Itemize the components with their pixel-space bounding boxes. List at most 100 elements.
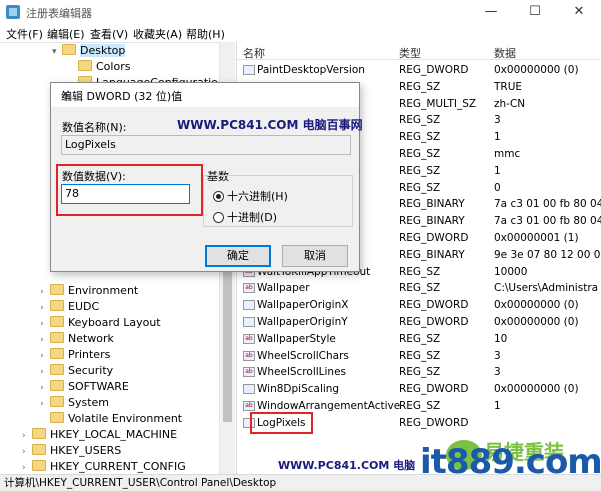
value-data: 0 — [494, 181, 501, 194]
binary-value-icon — [243, 300, 255, 311]
value-data: 0x00000001 (1) — [494, 232, 579, 244]
chevron-right-icon[interactable]: › — [40, 300, 50, 316]
folder-icon — [50, 396, 64, 407]
string-value-icon: ab — [243, 333, 255, 344]
table-row[interactable]: ab Wallpaper REG_SZ C:\Users\Administra — [237, 280, 601, 297]
table-row[interactable]: WallpaperOriginX REG_DWORD 0x00000000 (0) — [237, 297, 601, 314]
tree-item-security[interactable]: › Security — [40, 363, 113, 379]
value-name: Wallpaper — [257, 282, 310, 295]
chevron-right-icon[interactable]: › — [40, 396, 50, 412]
maximize-button[interactable]: ☐ — [513, 0, 557, 24]
radio-unselected-icon[interactable] — [213, 212, 224, 223]
value-data: 1 — [494, 400, 501, 412]
value-type: REG_SZ — [399, 80, 441, 93]
value-type: REG_SZ — [399, 282, 441, 295]
chevron-right-icon[interactable]: › — [22, 460, 32, 474]
table-row[interactable]: ab WallpaperStyle REG_SZ 10 — [237, 331, 601, 348]
value-name: WheelScrollLines — [257, 366, 347, 379]
dialog-close-icon[interactable]: ✕ — [61, 88, 351, 101]
menu-file[interactable]: 文件(F) — [6, 26, 43, 42]
folder-icon — [50, 348, 64, 359]
value-data: 7a c3 01 00 fb 80 04 — [494, 215, 601, 228]
value-type: REG_SZ — [399, 265, 441, 278]
folder-icon — [32, 460, 46, 471]
value-type: REG_DWORD — [399, 299, 469, 312]
chevron-right-icon[interactable]: › — [22, 428, 32, 444]
tree-item-hkey-users[interactable]: › HKEY_USERS — [22, 443, 121, 459]
value-data: 3 — [494, 349, 501, 362]
chevron-right-icon[interactable]: › — [40, 316, 50, 332]
tree-item-hkey-local-machine[interactable]: › HKEY_LOCAL_MACHINE — [22, 427, 177, 443]
folder-icon — [50, 316, 64, 327]
minimize-button[interactable]: — — [469, 0, 513, 24]
table-row[interactable]: LogPixels REG_DWORD — [237, 411, 601, 434]
tree-item-environment[interactable]: › Environment — [40, 283, 138, 299]
chevron-right-icon[interactable]: › — [22, 444, 32, 460]
watermark: WWW.PC841.COM 电脑百事网 — [177, 118, 363, 132]
edit-dword-dialog: 编辑 DWORD (32 位)值 ✕ WWW.PC841.COM 电脑百事网 数… — [50, 82, 363, 272]
value-name: Win8DpiScaling — [257, 383, 340, 396]
chevron-right-icon[interactable]: › — [40, 364, 50, 380]
value-data: TRUE — [494, 80, 523, 93]
menu-view[interactable]: 查看(V) — [90, 26, 128, 42]
column-name-header[interactable]: 名称 — [243, 45, 265, 61]
value-name: PaintDesktopVersion — [257, 64, 365, 76]
tree-item-keyboard-layout[interactable]: › Keyboard Layout — [40, 315, 161, 331]
values-header: 名称 类型 数据 — [237, 42, 601, 60]
tree-item-printers[interactable]: › Printers — [40, 347, 110, 363]
menu-favorites[interactable]: 收藏夹(A) — [133, 26, 182, 42]
decimal-radio[interactable]: 十进制(D) — [213, 209, 277, 225]
binary-value-icon — [243, 384, 255, 395]
chevron-right-icon[interactable]: › — [40, 332, 50, 348]
cancel-button[interactable]: 取消 — [282, 245, 348, 267]
value-name-label: 数值名称(N): — [62, 121, 127, 134]
tree-item-colors[interactable]: Colors — [68, 59, 130, 75]
folder-icon — [50, 284, 64, 295]
table-row[interactable]: Win8DpiScaling REG_DWORD 0x00000000 (0) — [237, 381, 601, 398]
close-button[interactable]: ✕ — [557, 0, 601, 24]
table-row[interactable]: PaintDesktopVersion REG_DWORD 0x00000000 (… — [237, 62, 601, 79]
chevron-right-icon[interactable]: › — [40, 284, 50, 300]
column-type-header[interactable]: 类型 — [399, 45, 421, 61]
chevron-right-icon[interactable]: › — [40, 348, 50, 364]
tree-item-software[interactable]: › SOFTWARE — [40, 379, 129, 395]
menu-edit[interactable]: 编辑(E) — [47, 26, 85, 42]
chevron-right-icon[interactable]: › — [40, 380, 50, 396]
folder-icon — [50, 380, 64, 391]
tree-item-desktop[interactable]: ▾ Desktop — [52, 43, 126, 60]
table-row[interactable]: ab WheelScrollLines REG_SZ 3 — [237, 364, 601, 381]
value-data: 0x00000000 (0) — [494, 316, 579, 328]
value-type: REG_DWORD — [399, 416, 469, 429]
value-type: REG_SZ — [399, 148, 441, 160]
tree-item-hkey-current-config[interactable]: › HKEY_CURRENT_CONFIG — [22, 459, 186, 474]
tree-item-volatile-environment[interactable]: Volatile Environment — [40, 411, 182, 427]
string-value-icon: ab — [243, 367, 255, 378]
value-type: REG_DWORD — [399, 383, 469, 396]
tree-item-system[interactable]: › System — [40, 395, 109, 411]
table-row[interactable]: WallpaperOriginY REG_DWORD 0x00000000 (0) — [237, 314, 601, 331]
tree-item-network[interactable]: › Network — [40, 331, 114, 347]
string-value-icon: ab — [243, 350, 255, 361]
table-row[interactable]: ab WindowArrangementActive REG_SZ 1 — [237, 398, 601, 415]
table-row[interactable]: ab WheelScrollChars REG_SZ 3 — [237, 348, 601, 365]
folder-icon — [32, 428, 46, 439]
value-type: REG_SZ — [399, 164, 441, 177]
chevron-down-icon[interactable]: ▾ — [52, 44, 62, 60]
column-data-header[interactable]: 数据 — [494, 45, 516, 61]
value-data: 9e 3e 07 80 12 00 0 — [494, 248, 601, 261]
radio-selected-icon[interactable] — [213, 191, 224, 202]
value-data: 1 — [494, 164, 501, 177]
hex-radio[interactable]: 十六进制(H) — [213, 188, 288, 204]
menu-help[interactable]: 帮助(H) — [186, 26, 225, 42]
value-name: WallpaperOriginX — [257, 299, 349, 312]
tree-item-eudc[interactable]: › EUDC — [40, 299, 99, 315]
brand-logo-text: it889.com — [420, 442, 601, 482]
registry-editor-icon — [6, 5, 20, 19]
value-type: REG_MULTI_SZ — [399, 97, 477, 110]
binary-value-icon — [243, 65, 255, 75]
value-data: 3 — [494, 366, 501, 379]
value-data: 7a c3 01 00 fb 80 04 — [494, 198, 601, 211]
ok-button[interactable]: 确定 — [205, 245, 271, 267]
folder-icon — [50, 412, 64, 423]
value-data-input[interactable]: 78 — [61, 184, 190, 204]
